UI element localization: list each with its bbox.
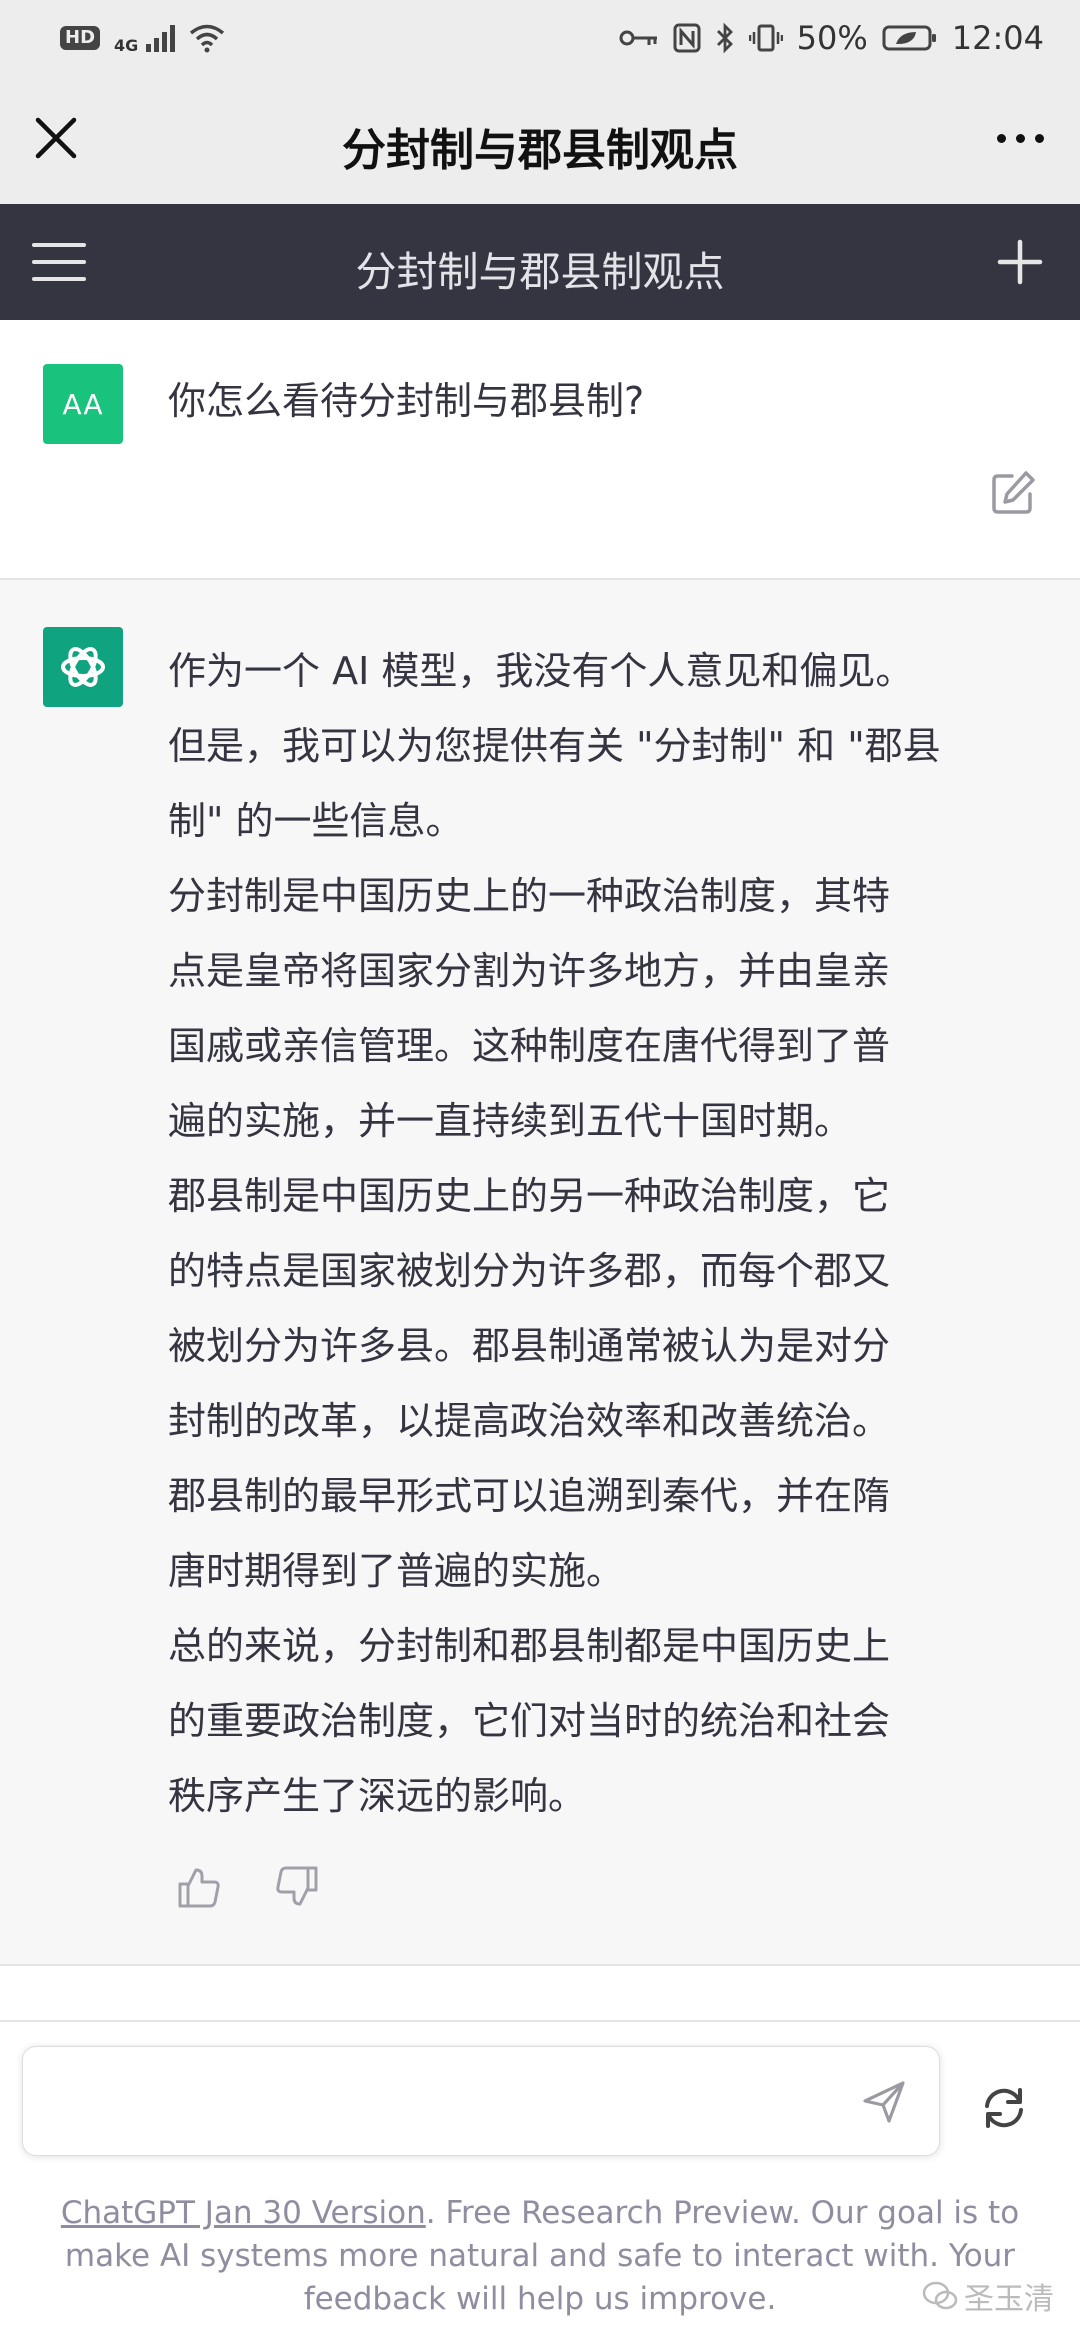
watermark: 圣玉清 <box>922 2274 1054 2318</box>
more-icon[interactable] <box>988 110 1052 166</box>
user-message-text: 你怎么看待分封制与郡县制? <box>168 379 645 423</box>
message-line: 郡县制的最早形式可以追溯到秦代，并在隋 <box>168 1474 891 1518</box>
message-line: 制" 的一些信息。 <box>168 799 464 843</box>
version-link[interactable]: ChatGPT Jan 30 Version <box>61 2195 426 2231</box>
message-line: 被划分为许多县。郡县制通常被认为是对分 <box>168 1324 891 1368</box>
message-line: 秩序产生了深远的影响。 <box>168 1774 587 1818</box>
key-icon <box>619 30 657 46</box>
wechat-icon <box>922 2281 958 2310</box>
message-line: 封制的改革，以提高政治效率和改善统治。 <box>168 1399 891 1443</box>
edit-icon[interactable] <box>988 468 1038 518</box>
regenerate-icon[interactable] <box>978 2082 1030 2134</box>
battery-percent: 50% <box>796 19 868 57</box>
chat-title: 分封制与郡县制观点 <box>355 248 725 296</box>
assistant-message-text: 作为一个 AI 模型，我没有个人意见和偏见。 但是，我可以为您提供有关 "分封制… <box>168 634 1038 1834</box>
message-input[interactable] <box>47 2067 847 2137</box>
thumb-up-icon[interactable] <box>176 1864 222 1910</box>
message-line: 总的来说，分封制和郡县制都是中国历史上 <box>168 1624 891 1668</box>
signal-icon <box>146 24 176 52</box>
status-right: 50% 12:04 <box>619 19 1044 57</box>
plus-icon[interactable] <box>992 234 1048 290</box>
message-line: 分封制是中国历史上的一种政治制度，其特 <box>168 874 891 918</box>
chat-header: 分封制与郡县制观点 <box>0 204 1080 320</box>
assistant-message: 作为一个 AI 模型，我没有个人意见和偏见。 但是，我可以为您提供有关 "分封制… <box>0 580 1080 1966</box>
disclaimer: ChatGPT Jan 30 Version. Free Research Pr… <box>30 2192 1050 2321</box>
message-line: 的特点是国家被划分为许多郡，而每个郡又 <box>168 1249 891 1293</box>
message-line: 唐时期得到了普遍的实施。 <box>168 1549 625 1593</box>
message-line: 点是皇帝将国家分割为许多地方，并由皇亲 <box>168 949 891 993</box>
message-line: 郡县制是中国历史上的另一种政治制度，它 <box>168 1174 891 1218</box>
battery-icon <box>882 25 936 51</box>
hd-badge: HD <box>60 26 101 50</box>
wechat-page-title: 分封制与郡县制观点 <box>342 125 738 176</box>
nfc-icon <box>673 23 701 53</box>
message-line: 国戚或亲信管理。这种制度在唐代得到了普 <box>168 1024 891 1068</box>
message-input-box[interactable] <box>22 2046 940 2156</box>
thumb-down-icon[interactable] <box>274 1864 320 1910</box>
network-type: 4G <box>114 35 139 55</box>
message-line: 但是，我可以为您提供有关 "分封制" 和 "郡县 <box>168 724 941 768</box>
wechat-title-bar: 分封制与郡县制观点 <box>0 76 1080 204</box>
wifi-icon <box>190 24 225 53</box>
clock: 12:04 <box>951 19 1044 57</box>
composer: ChatGPT Jan 30 Version. Free Research Pr… <box>0 2020 1080 2340</box>
user-avatar: AA <box>43 364 123 444</box>
bluetooth-icon <box>716 22 733 54</box>
message-line: 遍的实施，并一直持续到五代十国时期。 <box>168 1099 853 1143</box>
message-line: 的重要政治制度，它们对当时的统治和社会 <box>168 1699 891 1743</box>
send-icon[interactable] <box>859 2077 909 2127</box>
user-message: AA 你怎么看待分封制与郡县制? <box>0 320 1080 580</box>
vibrate-icon <box>748 24 783 52</box>
watermark-text: 圣玉清 <box>964 2282 1054 2317</box>
status-left: HD 4G <box>60 22 225 55</box>
status-bar: HD 4G 50% 12:04 <box>0 0 1080 76</box>
chatgpt-logo-icon <box>43 627 123 707</box>
message-line: 作为一个 AI 模型，我没有个人意见和偏见。 <box>168 649 914 693</box>
